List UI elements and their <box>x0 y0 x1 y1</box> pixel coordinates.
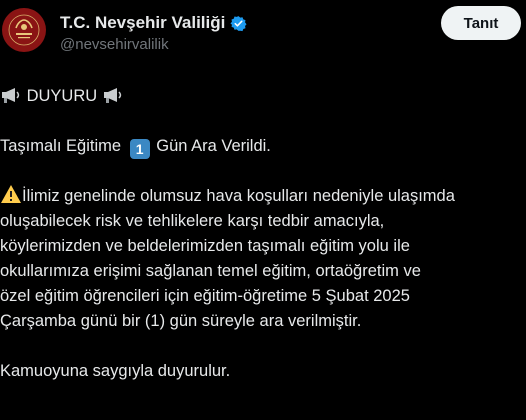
seal-logo-icon <box>4 10 44 50</box>
megaphone-icon <box>2 88 20 103</box>
account-display-name[interactable]: T.C. Nevşehir Valiliği <box>60 13 225 33</box>
paragraph-line: okullarımıza erişimi sağlanan temel eğit… <box>0 262 421 280</box>
post-header: T.C. Nevşehir Valiliği @nevsehirvalilik … <box>0 0 526 60</box>
closing-line: Kamuoyuna saygıyla duyurulur. <box>0 362 231 380</box>
keycap-number-icon: 1 <box>129 139 150 159</box>
verified-badge-icon <box>230 15 247 31</box>
account-avatar[interactable] <box>2 8 46 52</box>
announcement-label: DUYURU <box>26 87 98 105</box>
announcement-line: DUYURU <box>0 84 526 109</box>
paragraph-text: İlimiz genelinde olumsuz hava koşulları … <box>22 187 455 205</box>
follow-button[interactable]: Tanıt <box>441 6 521 40</box>
headline-before: Taşımalı Eğitime <box>0 137 122 155</box>
paragraph-line: İlimiz genelinde olumsuz hava koşulları … <box>0 184 526 209</box>
paragraph-line: köylerimizden ve beldelerimizden taşımal… <box>0 237 410 255</box>
paragraph-line: Çarşamba günü bir (1) gün süreyle ara ve… <box>0 312 362 330</box>
paragraph-line: özel eğitim öğrencileri için eğitim-öğre… <box>0 287 410 305</box>
paragraph-line: oluşabilecek risk ve tehlikelere karşı t… <box>0 212 385 230</box>
post-text: DUYURU Taşımalı Eğitime 1 Gün Ara Verild… <box>0 84 526 384</box>
account-handle[interactable]: @nevsehirvalilik <box>60 36 247 53</box>
megaphone-icon <box>103 88 122 103</box>
headline-after: Gün Ara Verildi. <box>156 137 271 155</box>
headline-line: Taşımalı Eğitime 1 Gün Ara Verildi. <box>0 134 526 159</box>
warning-icon <box>1 185 21 203</box>
account-names: T.C. Nevşehir Valiliği @nevsehirvalilik <box>60 12 247 53</box>
